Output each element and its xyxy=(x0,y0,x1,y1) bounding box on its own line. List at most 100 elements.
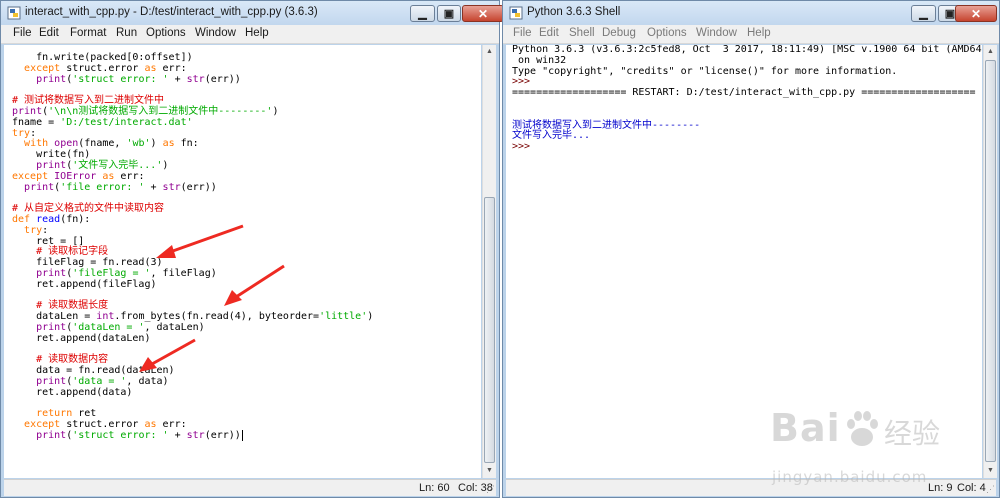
editor-statusbar: Ln: 60 Col: 38 ⋰ xyxy=(4,479,496,496)
code-line-token: fn.write(packed[0:offset]) xyxy=(12,52,193,63)
menu-options[interactable]: Options xyxy=(647,27,687,39)
code-line-token: (fn): xyxy=(60,213,91,225)
code-line-token xyxy=(12,430,36,441)
menu-options[interactable]: Options xyxy=(146,27,186,39)
resize-grip-icon[interactable]: ⋰ xyxy=(986,484,995,495)
code-line-token: 'struct error: ' xyxy=(72,429,169,441)
code-line-token: print xyxy=(36,321,67,333)
code-line-token: ret.append(data) xyxy=(12,386,133,398)
code-line-token: err: xyxy=(156,419,187,431)
editor-scrollbar[interactable]: ▲ ▼ xyxy=(482,45,496,478)
code-line-token: 'dataLen = ' xyxy=(72,321,145,333)
editor-title: interact_with_cpp.py - D:/test/interact_… xyxy=(25,6,318,18)
code-line-token xyxy=(12,74,36,85)
menu-debug[interactable]: Debug xyxy=(602,27,636,39)
scroll-up-icon[interactable]: ▲ xyxy=(483,45,496,59)
code-line-token: 'D:/test/interact.dat' xyxy=(60,116,193,128)
code-line-token: struct.error xyxy=(60,62,145,74)
scroll-thumb[interactable] xyxy=(985,60,996,462)
minimize-icon: ▁ xyxy=(418,8,427,20)
code-line-token: # 测试将数据写入到二进制文件中 xyxy=(12,95,165,107)
code-line-token: dataLen = xyxy=(12,311,97,323)
menu-file[interactable]: File xyxy=(513,27,532,39)
baidu-watermark: Bai 经验 jingyan.baidu.com xyxy=(770,398,980,494)
menu-shell[interactable]: Shell xyxy=(569,27,595,39)
shell-line: Python 3.6.3 (v3.6.3:2c5fed8, Oct 3 2017… xyxy=(512,45,982,56)
code-line-token: try xyxy=(12,127,31,139)
resize-grip-icon[interactable]: ⋰ xyxy=(486,484,495,495)
code-line-token: (err)) xyxy=(204,73,241,85)
code-line-token: except xyxy=(24,62,61,74)
menu-format[interactable]: Format xyxy=(70,27,106,39)
scroll-thumb[interactable] xyxy=(484,197,495,463)
code-line-token: print xyxy=(36,159,67,171)
code-line-token xyxy=(12,268,36,279)
scroll-up-icon[interactable]: ▲ xyxy=(984,45,997,59)
code-line-token: int xyxy=(96,311,115,323)
menu-edit[interactable]: Edit xyxy=(39,27,59,39)
code-line-token: : xyxy=(42,224,49,236)
editor-titlebar[interactable]: interact_with_cpp.py - D:/test/interact_… xyxy=(1,1,504,25)
menu-file[interactable]: File xyxy=(13,27,32,39)
code-line-token: ) xyxy=(150,138,163,150)
shell-text: Python 3.6.3 (v3.6.3:2c5fed8, Oct 3 2017… xyxy=(512,45,982,153)
code-line-token: err: xyxy=(156,62,187,74)
watermark-brand-cn: 经验 xyxy=(884,417,941,450)
shell-line-token: Python 3.6.3 (v3.6.3:2c5fed8, Oct 3 2017… xyxy=(512,45,982,55)
menu-help[interactable]: Help xyxy=(747,27,771,39)
close-button[interactable]: ✕ xyxy=(462,5,504,22)
watermark-brand: Bai xyxy=(770,406,841,450)
paw-icon xyxy=(847,411,878,446)
maximize-button[interactable]: ▣ xyxy=(437,5,461,22)
code-line-token: def xyxy=(12,213,31,225)
code-line-token: '\n\n测试将数据写入到二进制文件中--------' xyxy=(48,105,273,117)
menu-help[interactable]: Help xyxy=(245,27,269,39)
code-line-token: fileFlag = fn.read(3) xyxy=(12,257,163,269)
scroll-down-icon[interactable]: ▼ xyxy=(483,464,496,478)
minimize-button[interactable]: ▁ xyxy=(410,5,435,22)
menu-edit[interactable]: Edit xyxy=(539,27,559,39)
code-line-token: as xyxy=(144,62,157,74)
code-line: def read(fn): xyxy=(12,213,373,226)
code-line-token: + xyxy=(144,181,163,193)
code-line-token: data = fn.read(dataLen) xyxy=(12,365,175,377)
code-line-token: print xyxy=(36,375,67,387)
code-line-token xyxy=(12,138,24,149)
watermark-url: jingyan.baidu.com xyxy=(772,468,928,486)
code-line-token: 'fileFlag = ' xyxy=(72,267,151,279)
code-line-token: ) xyxy=(272,105,279,117)
code-line-token: ret xyxy=(72,408,97,420)
code-line-token: ) xyxy=(162,159,169,171)
scroll-down-icon[interactable]: ▼ xyxy=(984,464,997,478)
close-button[interactable]: ✕ xyxy=(955,5,997,22)
python-file-icon xyxy=(7,6,21,20)
code-line-token: (err)) xyxy=(180,181,217,193)
code-line-token: try xyxy=(24,224,43,236)
code-line-token: , data) xyxy=(126,375,169,387)
code-editor[interactable]: fn.write(packed[0:offset]) except struct… xyxy=(4,45,481,478)
code-line-token xyxy=(12,419,24,430)
code-line-token: + xyxy=(168,429,187,441)
shell-line-token: =================== RESTART: D:/test/int… xyxy=(512,87,976,99)
code-line-token: ) xyxy=(367,311,374,323)
editor-menubar: File Edit Format Run Options Window Help xyxy=(1,25,499,44)
menu-window[interactable]: Window xyxy=(696,27,737,39)
minimize-button[interactable]: ▁ xyxy=(911,5,936,22)
code-line-token: except xyxy=(12,170,49,182)
menu-window[interactable]: Window xyxy=(195,27,236,39)
code-line-token xyxy=(12,225,24,236)
code-line-token: str xyxy=(186,429,205,441)
code-line: print('struct error: ' + str(err)) xyxy=(12,429,373,442)
code-line-token xyxy=(12,354,36,365)
code-line-token: ret.append(fileFlag) xyxy=(12,278,157,290)
code-line-token: 'little' xyxy=(319,311,368,323)
code-line-token: as xyxy=(162,138,175,150)
python-shell-icon xyxy=(509,6,523,20)
code-line-token: : xyxy=(30,127,37,139)
shell-line: Type "copyright", "credits" or "license(… xyxy=(512,66,982,78)
code-line: fname = 'D:/test/interact.dat' xyxy=(12,116,373,129)
shell-titlebar[interactable]: Python 3.6.3 Shell ▁ ▣ ✕ xyxy=(503,1,999,25)
menu-run[interactable]: Run xyxy=(116,27,137,39)
code-line-token: str xyxy=(186,73,205,85)
shell-scrollbar[interactable]: ▲ ▼ xyxy=(983,45,997,478)
